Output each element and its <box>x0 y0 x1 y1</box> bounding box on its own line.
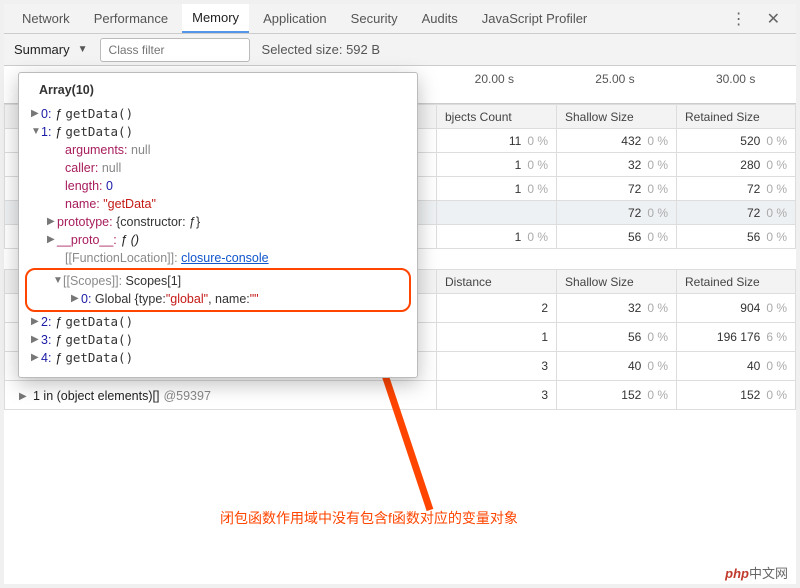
tab-security[interactable]: Security <box>341 5 408 32</box>
tree-row[interactable]: ▼[[Scopes]]: Scopes[1] <box>31 272 405 290</box>
devtools-tabs: Network Performance Memory Application S… <box>4 4 796 34</box>
col-objects-count[interactable]: bjects Count <box>437 105 557 129</box>
time-tick: 25.00 s <box>595 72 634 86</box>
time-tick: 20.00 s <box>475 72 514 86</box>
scopes-highlight-box: ▼[[Scopes]]: Scopes[1] ▶0: Global {type:… <box>25 268 411 312</box>
summary-dropdown[interactable]: Summary ▼ <box>14 42 88 57</box>
tree-row[interactable]: ▶prototype: {constructor: ƒ} <box>25 213 411 231</box>
col-retained-size[interactable]: Retained Size <box>677 105 796 129</box>
tree-row[interactable]: ▶3: ƒ getData() <box>25 331 411 349</box>
time-tick: 30.00 s <box>716 72 755 86</box>
annotation-text: 闭包函数作用域中没有包含f函数对应的变量对象 <box>220 508 518 528</box>
tab-audits[interactable]: Audits <box>412 5 468 32</box>
memory-toolbar: Summary ▼ Selected size: 592 B <box>4 34 796 66</box>
tree-row[interactable]: [[FunctionLocation]]: closure-console <box>25 249 411 267</box>
col-shallow-size[interactable]: Shallow Size <box>557 270 677 294</box>
col-distance[interactable]: Distance <box>437 270 557 294</box>
tab-network[interactable]: Network <box>12 5 80 32</box>
tab-js-profiler[interactable]: JavaScript Profiler <box>472 5 597 32</box>
tree-row[interactable]: name: "getData" <box>25 195 411 213</box>
selected-size-label: Selected size: 592 B <box>262 42 381 57</box>
watermark: php中文网 <box>719 561 794 584</box>
tree-row[interactable]: ▶2: ƒ getData() <box>25 313 411 331</box>
tree-row[interactable]: ▶0: ƒ getData() <box>25 105 411 123</box>
tab-application[interactable]: Application <box>253 5 337 32</box>
object-inspector-popup[interactable]: Array(10) ▶0: ƒ getData() ▼1: ƒ getData(… <box>18 72 418 378</box>
tree-row[interactable]: ▼1: ƒ getData() <box>25 123 411 141</box>
more-menu-icon[interactable]: ⋮ <box>723 5 755 33</box>
tab-performance[interactable]: Performance <box>84 5 178 32</box>
tab-memory[interactable]: Memory <box>182 4 249 33</box>
close-icon[interactable]: ✕ <box>759 5 788 33</box>
tree-row[interactable]: ▶0: Global {type: "global", name: "" <box>31 290 405 308</box>
tree-row[interactable]: arguments: null <box>25 141 411 159</box>
col-shallow-size[interactable]: Shallow Size <box>557 105 677 129</box>
tree-row[interactable]: ▶__proto__: ƒ () <box>25 231 411 249</box>
caret-down-icon: ▼ <box>78 44 88 55</box>
tree-row[interactable]: caller: null <box>25 159 411 177</box>
col-retained-size[interactable]: Retained Size <box>677 270 796 294</box>
summary-label: Summary <box>14 42 70 57</box>
class-filter-input[interactable] <box>100 38 250 62</box>
popup-header: Array(10) <box>25 79 411 105</box>
tree-row[interactable]: length: 0 <box>25 177 411 195</box>
table-row[interactable]: ▶1 in (object elements)[] @59397 31520 %… <box>5 381 796 410</box>
tree-row[interactable]: ▶4: ƒ getData() <box>25 349 411 367</box>
